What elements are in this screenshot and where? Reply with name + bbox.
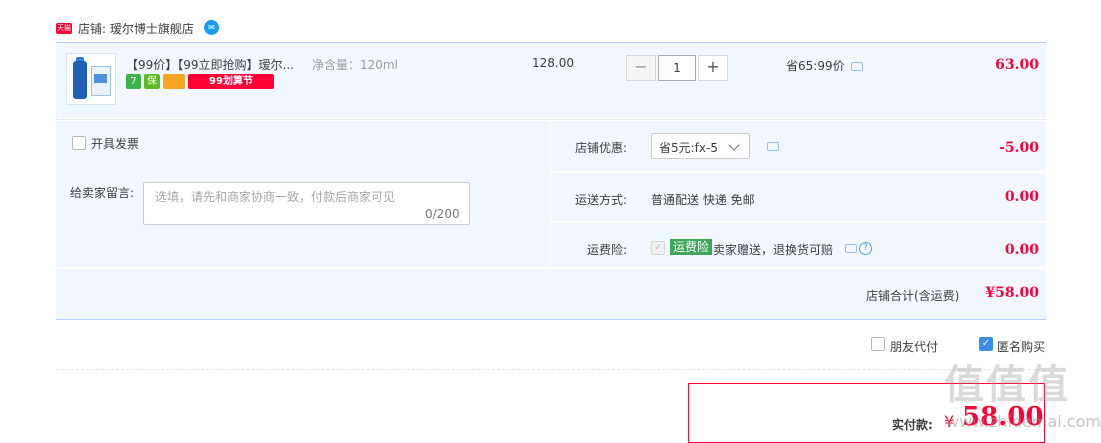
store-name-link[interactable]: 店铺: 瑷尔博士旗舰店 — [78, 20, 194, 37]
insurance-tag: 运费险 — [670, 239, 713, 255]
service-tags: 7 保 99划算节 — [126, 74, 274, 90]
shipping-amount: 0.00 — [1004, 189, 1039, 205]
friend-pay-label[interactable]: 朋友代付 — [890, 338, 938, 355]
total-divider — [56, 319, 1046, 320]
insurance-checkbox: ✓ — [651, 241, 665, 255]
invoice-checkbox[interactable] — [72, 136, 86, 150]
product-thumbnail[interactable] — [66, 53, 116, 105]
credit-card-icon[interactable] — [163, 74, 185, 89]
coupon-label: 店铺优惠: — [575, 141, 628, 155]
coupon-selected-value: 省5元:fx-5 — [659, 141, 718, 155]
help-icon[interactable]: ? — [859, 242, 872, 255]
unit-price: 128.00 — [532, 56, 574, 70]
remark-label: 给卖家留言: — [70, 186, 135, 200]
coupon-amount: -5.00 — [999, 140, 1039, 156]
row-divider — [56, 119, 1046, 120]
tmall-badge: 天猫 — [56, 23, 72, 34]
payment-label: 实付款: — [892, 418, 933, 432]
shipping-method: 普通配送 快递 免邮 — [651, 193, 755, 207]
message-icon[interactable] — [851, 62, 863, 71]
product-spec: 净含量：120ml — [312, 58, 398, 72]
chat-bubble-icon[interactable]: ✉ — [204, 20, 219, 35]
quantity-plus-button[interactable]: + — [698, 55, 728, 81]
watermark-url: www.zhidemai.com — [946, 412, 1101, 431]
item-subtotal: 63.00 — [995, 57, 1039, 73]
promo-99-badge[interactable]: 99划算节 — [188, 74, 274, 89]
remark-placeholder: 选填，请先和商家协商一致，付款后商家可见 — [155, 190, 396, 204]
section-divider — [56, 369, 1046, 370]
watermark-logo: 值值值 — [944, 362, 1070, 408]
store-total-amount: ¥58.00 — [985, 285, 1039, 301]
fee-row-divider — [551, 171, 1046, 173]
quantity-stepper: − 1 + — [626, 55, 728, 81]
quantity-minus-button[interactable]: − — [626, 55, 656, 81]
anonymous-checkbox[interactable]: ✓ — [979, 337, 993, 351]
quantity-input[interactable]: 1 — [658, 55, 696, 81]
shipping-label: 运送方式: — [575, 193, 628, 207]
remark-char-count: 0/200 — [425, 207, 460, 221]
discount-note: 省65:99价 — [786, 59, 845, 73]
message-icon[interactable] — [845, 244, 857, 253]
guarantee-icon[interactable]: 保 — [144, 74, 160, 89]
insurance-amount: 0.00 — [1004, 242, 1039, 258]
insurance-label: 运费险: — [587, 243, 628, 257]
friend-pay-checkbox[interactable] — [871, 337, 885, 351]
product-title-link[interactable]: 【99价】【99立即抢购】瑷尔... — [126, 56, 294, 73]
package-label-shape — [94, 74, 107, 83]
invoice-label[interactable]: 开具发票 — [91, 135, 139, 152]
bottle-shape — [73, 61, 87, 99]
message-icon[interactable] — [767, 142, 779, 151]
store-total-label: 店铺合计(含运费) — [866, 289, 960, 303]
insurance-description: 卖家赠送，退换货可赔 — [713, 243, 834, 257]
fee-row-divider — [551, 221, 1046, 223]
seven-day-return-icon[interactable]: 7 — [126, 74, 141, 89]
